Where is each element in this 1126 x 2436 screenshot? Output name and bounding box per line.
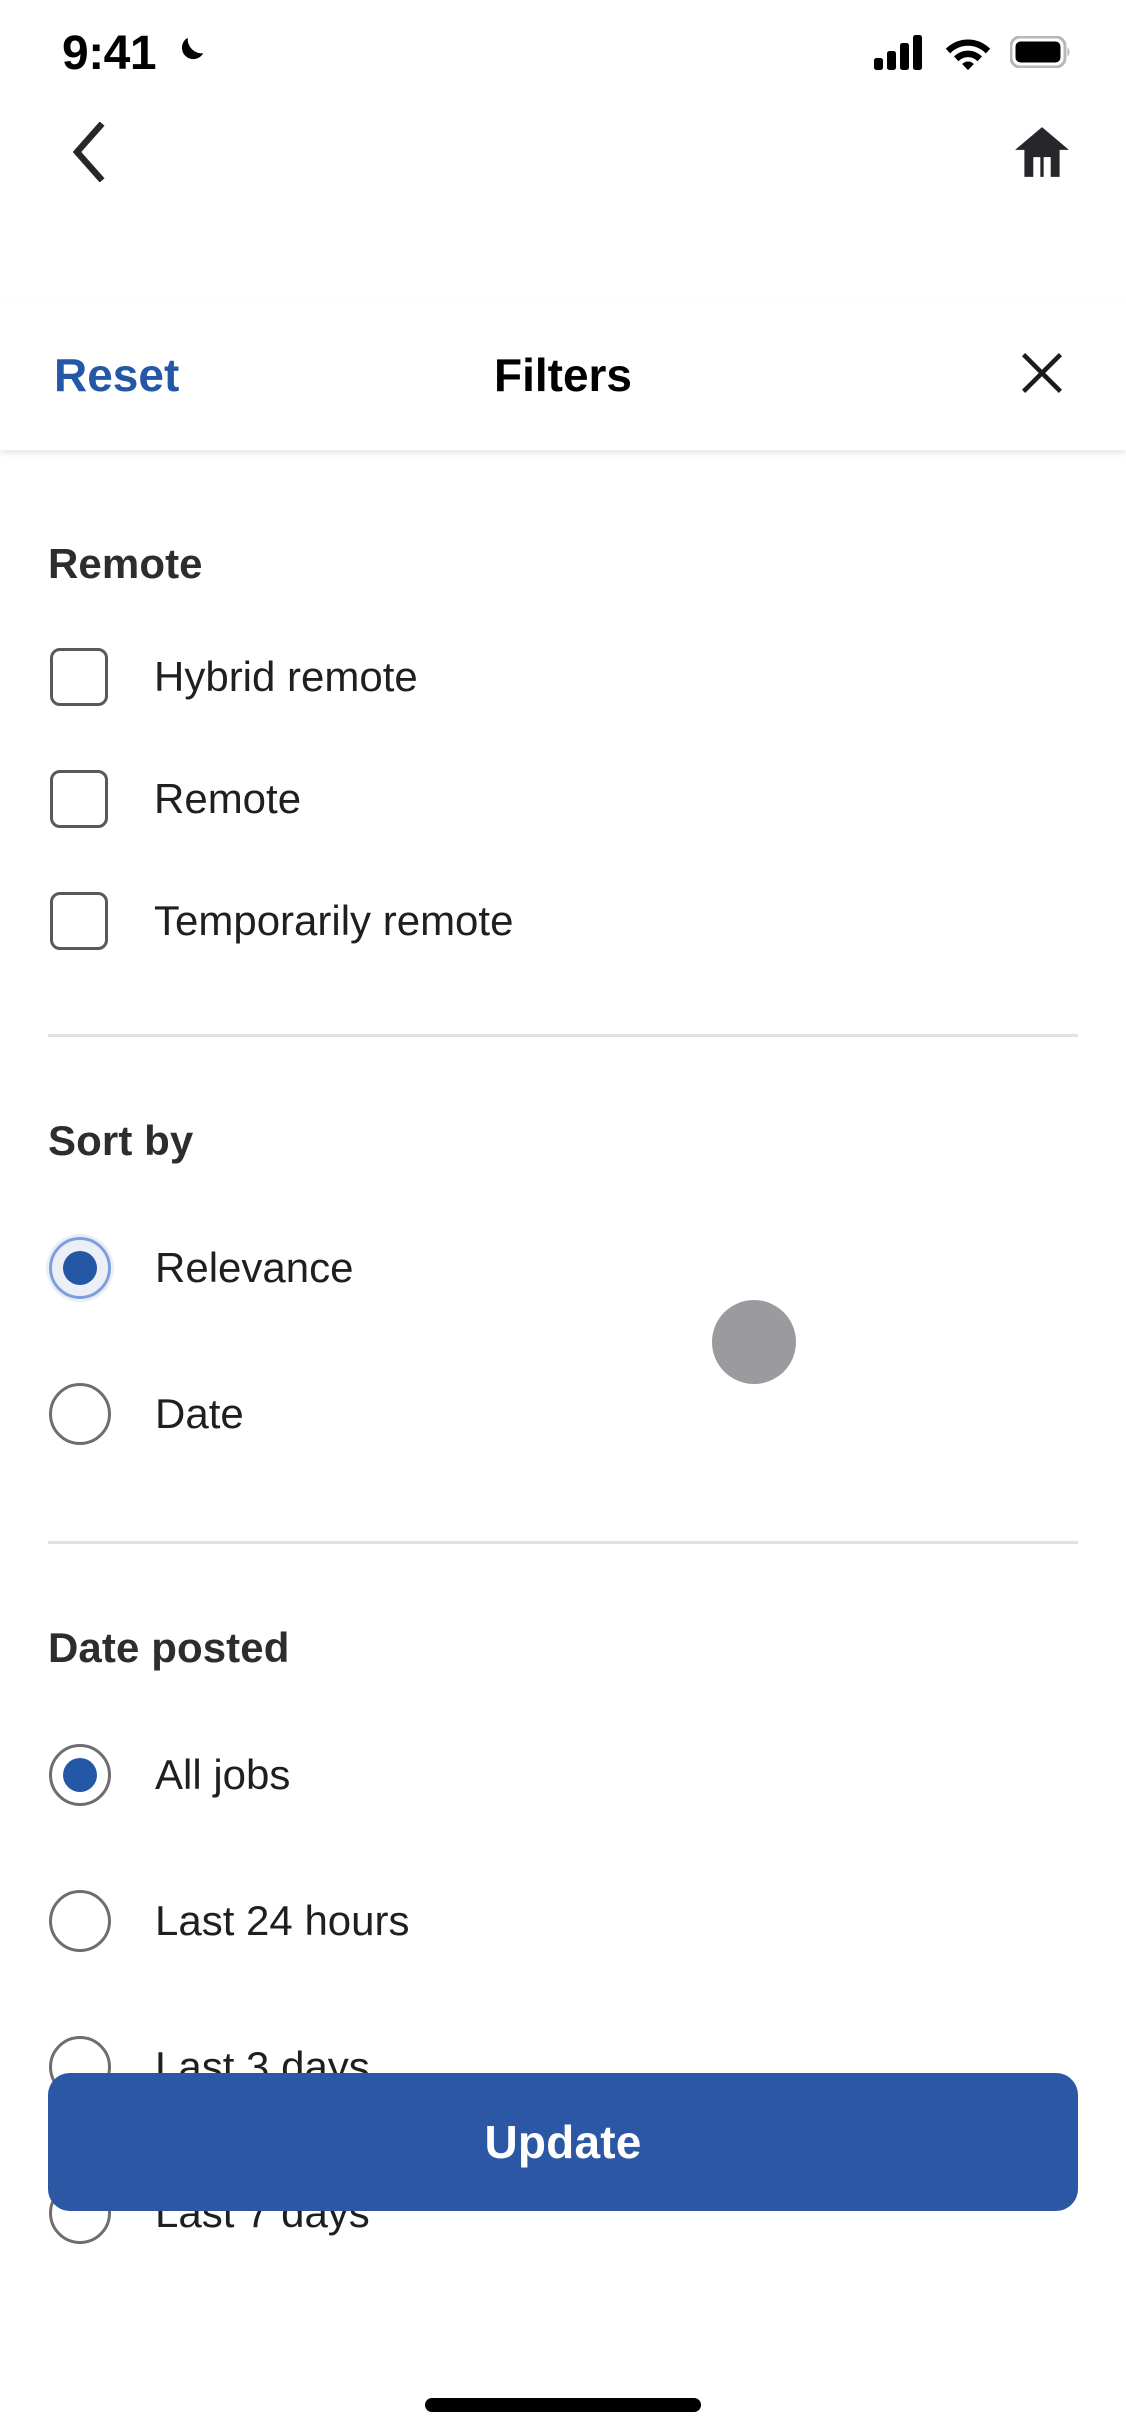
battery-full-icon [1009, 35, 1072, 73]
filters-header: Reset Filters [0, 300, 1126, 450]
home-indicator [425, 2398, 701, 2412]
radio-label-all-jobs: All jobs [155, 1751, 291, 1798]
spacer-sort [48, 1037, 1078, 1117]
navigation-bar [0, 108, 1126, 200]
radio-label-last-24-hours: Last 24 hours [155, 1897, 410, 1944]
reset-button[interactable]: Reset [50, 338, 183, 412]
checkbox-row-remote[interactable]: Remote [48, 738, 1078, 860]
home-icon [1013, 125, 1071, 184]
update-button[interactable]: Update [48, 2073, 1078, 2211]
section-sort-by: Sort by Relevance Date [48, 1117, 1078, 1487]
checkbox-row-hybrid-remote[interactable]: Hybrid remote [48, 616, 1078, 738]
radio-label-relevance: Relevance [155, 1244, 354, 1291]
radio-all-jobs[interactable] [49, 1744, 111, 1806]
status-bar: 9:41 [0, 0, 1126, 108]
radio-row-date[interactable]: Date [48, 1341, 1078, 1487]
radio-relevance[interactable] [49, 1237, 111, 1299]
checkbox-label-remote: Remote [154, 775, 302, 822]
back-chevron-icon [66, 120, 114, 187]
remote-option-list: Hybrid remote Remote Temporarily remote [48, 616, 1078, 982]
close-x-icon [1016, 347, 1068, 404]
section-remote: Remote Hybrid remote Remote Temporarily … [48, 452, 1078, 982]
phone-screen: 9:41 Reset Filters Remote Hybrid remote … [0, 0, 1126, 2436]
status-time: 9:41 [62, 27, 157, 80]
checkbox-row-temporarily-remote[interactable]: Temporarily remote [48, 860, 1078, 982]
section-title-sort-by: Sort by [48, 1117, 194, 1164]
radio-date[interactable] [49, 1383, 111, 1445]
wifi-icon [944, 34, 992, 75]
radio-last-24-hours[interactable] [49, 1890, 111, 1952]
status-bar-right [874, 34, 1072, 75]
spacer-date-posted [48, 1544, 1078, 1624]
checkbox-label-hybrid-remote: Hybrid remote [154, 653, 418, 700]
radio-row-relevance[interactable]: Relevance [48, 1195, 1078, 1341]
checkbox-remote[interactable] [50, 770, 108, 828]
update-button-bar: Update [48, 2073, 1078, 2211]
radio-row-last-24-hours[interactable]: Last 24 hours [48, 1848, 1078, 1994]
home-button[interactable] [1006, 118, 1078, 190]
checkbox-temporarily-remote[interactable] [50, 892, 108, 950]
touch-indicator [712, 1300, 796, 1384]
back-button[interactable] [54, 118, 126, 190]
radio-row-all-jobs[interactable]: All jobs [48, 1702, 1078, 1848]
status-bar-left: 9:41 [62, 30, 208, 78]
section-title-remote: Remote [48, 540, 203, 587]
moon-icon [170, 33, 208, 76]
section-title-date-posted: Date posted [48, 1624, 290, 1671]
checkbox-label-temporarily-remote: Temporarily remote [154, 897, 514, 944]
close-button[interactable] [1006, 339, 1078, 411]
radio-label-date: Date [155, 1390, 244, 1437]
cellular-signal-icon [874, 34, 926, 75]
checkbox-hybrid-remote[interactable] [50, 648, 108, 706]
sort-by-option-list: Relevance Date [48, 1195, 1078, 1487]
